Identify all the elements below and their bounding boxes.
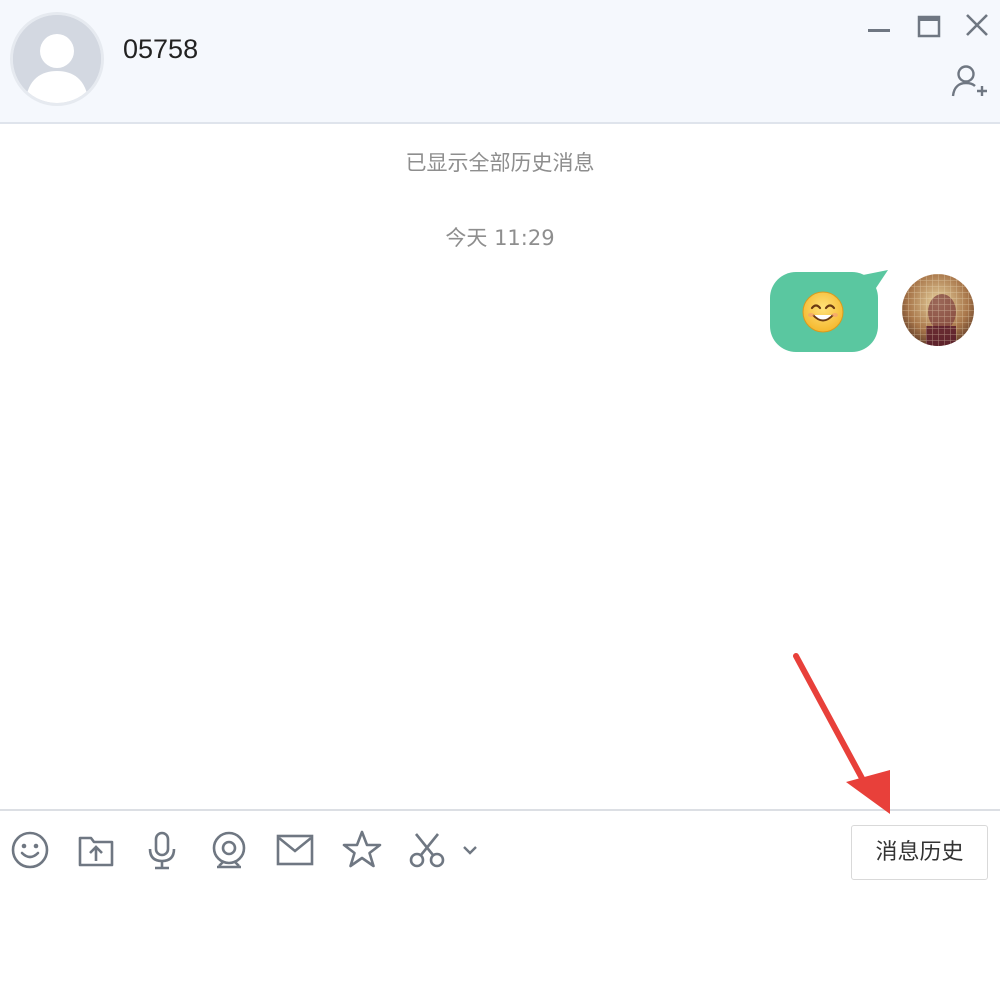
- contact-name: 05758: [123, 34, 199, 64]
- chevron-down-icon[interactable]: [458, 838, 482, 862]
- message-timestamp: 今天 11:29: [445, 226, 555, 250]
- bubble-tail: [858, 270, 888, 294]
- message-history-button[interactable]: 消息历史: [851, 825, 988, 880]
- add-user-icon[interactable]: [950, 64, 990, 100]
- annotation-arrow-icon: [793, 653, 890, 814]
- self-avatar[interactable]: [902, 274, 974, 346]
- emoji-icon[interactable]: [8, 828, 52, 872]
- upload-file-icon[interactable]: [74, 828, 118, 872]
- mail-icon[interactable]: [273, 828, 317, 872]
- webcam-icon[interactable]: [207, 828, 251, 872]
- minimize-icon[interactable]: [864, 12, 894, 42]
- chat-header: 05758: [0, 0, 1000, 124]
- history-notice: 已显示全部历史消息: [405, 151, 595, 175]
- microphone-icon[interactable]: [140, 828, 184, 872]
- star-icon[interactable]: [340, 828, 384, 872]
- contact-avatar[interactable]: [10, 12, 104, 106]
- scissors-icon[interactable]: [406, 828, 450, 872]
- close-icon[interactable]: [962, 10, 992, 40]
- smiley-emoji-icon: [802, 291, 844, 333]
- default-person-icon: [13, 15, 101, 103]
- maximize-icon[interactable]: [914, 12, 944, 42]
